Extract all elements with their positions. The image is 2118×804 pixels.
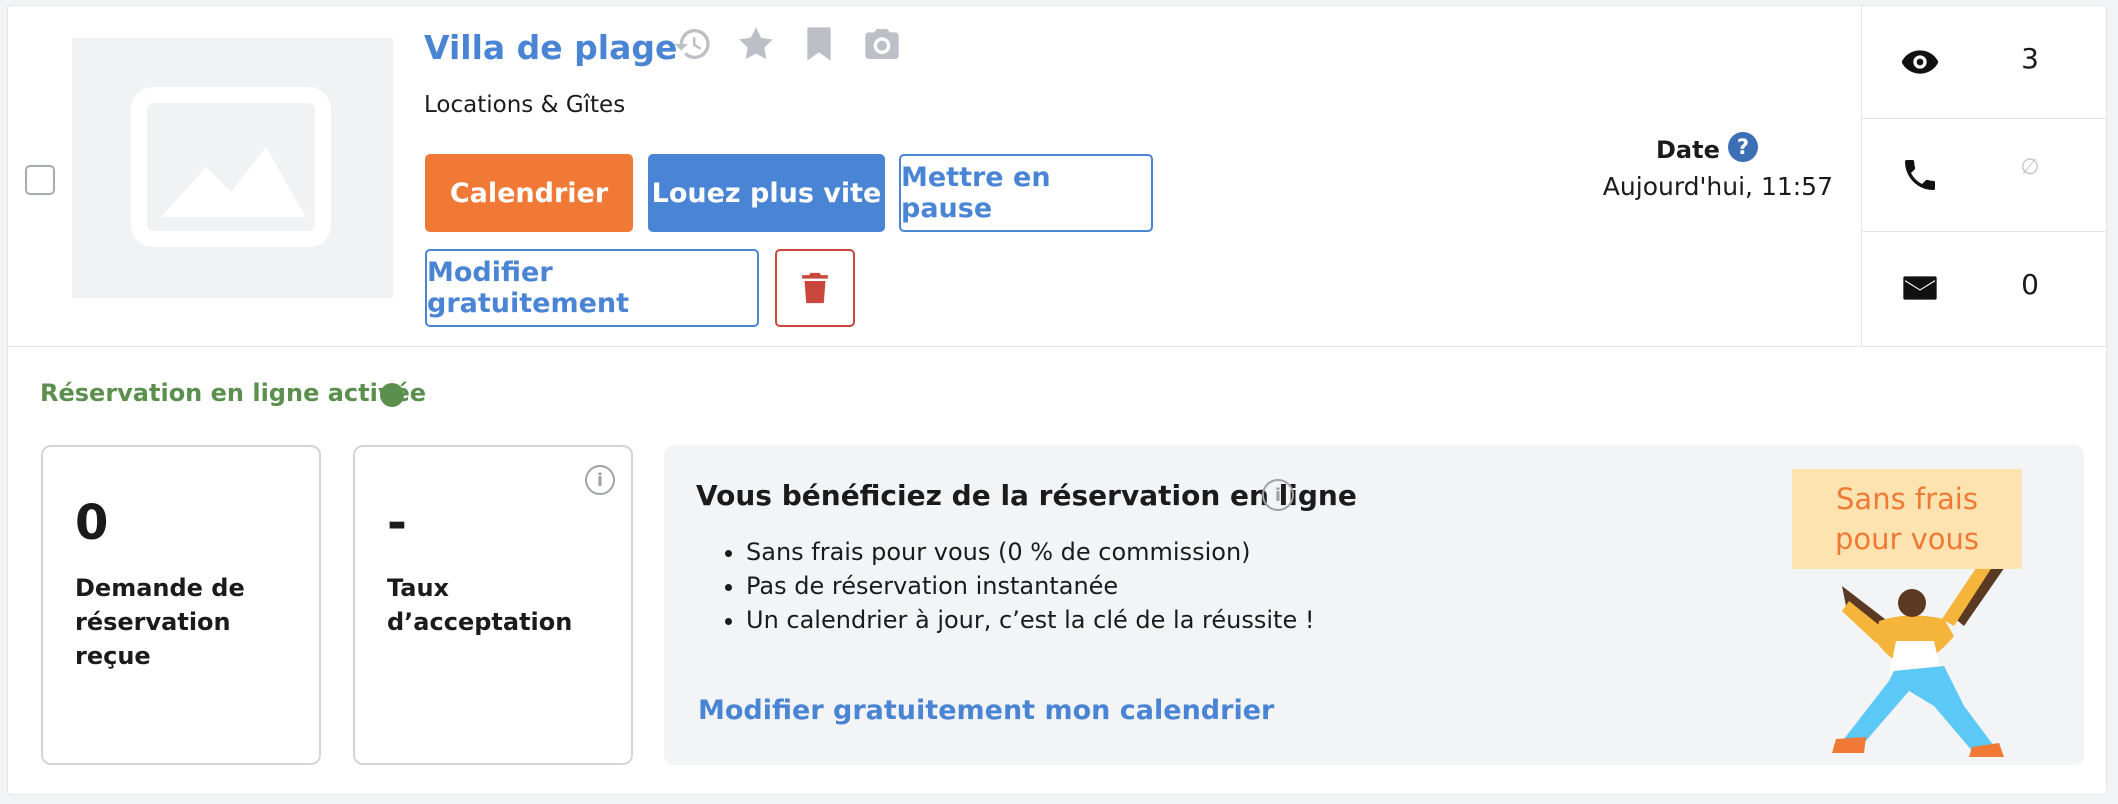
listing-category: Locations & Gîtes [424,92,626,118]
phone-icon [1905,160,1935,190]
stat-views: 3 [1862,6,2106,119]
boost-button[interactable]: Louez plus vite [648,154,885,232]
promo-benefits: Sans frais pour vous (0 % de commission)… [712,535,1314,637]
listing-stats: 3 ∅ 0 [1861,6,2106,346]
edit-button[interactable]: Modifier gratuitement [425,249,759,327]
history-icon[interactable] [673,24,713,64]
promo-badge: Sans frais pour vous [1792,469,2022,569]
listing-header: Villa de plage Locations & Gîtes Calendr… [8,6,2106,347]
listing-thumbnail[interactable] [72,38,393,298]
kpi-value: 0 [75,495,109,551]
date-help-icon[interactable]: ? [1728,132,1758,162]
date-value: Aujourd'hui, 11:57 [1602,172,1833,201]
kpi-acceptance: i - Taux d’acceptation [353,445,633,765]
list-item: Un calendrier à jour, c’est la clé de la… [746,603,1314,637]
delete-button[interactable] [775,249,855,327]
calls-count: ∅ [2020,155,2040,180]
star-icon[interactable] [736,24,776,64]
info-icon[interactable]: i [1262,479,1294,511]
list-item: Pas de réservation instantanée [746,569,1314,603]
badge-line: Sans frais [1836,482,1978,516]
kpi-label: Taux d’acceptation [387,574,573,636]
listing-title[interactable]: Villa de plage [424,26,677,70]
camera-icon[interactable] [862,24,902,64]
views-count: 3 [2021,42,2039,75]
kpi-requests: 0 Demande de réservation reçue [41,445,321,765]
stat-messages: 0 [1862,232,2106,344]
image-placeholder-icon [131,87,331,247]
stat-calls: ∅ [1862,119,2106,232]
online-booking-promo: Vous bénéficiez de la réservation en lig… [664,445,2084,765]
listing-card: Villa de plage Locations & Gîtes Calendr… [7,5,2107,795]
promo-title: Vous bénéficiez de la réservation en lig… [696,479,1357,512]
promo-illustration: Sans frais pour vous [1784,461,2034,761]
kpi-value: - [387,495,407,551]
edit-calendar-link[interactable]: Modifier gratuitement mon calendrier [698,695,1274,726]
eye-icon [1901,50,1939,74]
date-label: Date [1656,136,1720,164]
bookmark-icon[interactable] [799,24,839,64]
online-booking-status: Réservation en ligne activée [40,379,427,407]
status-dot [380,383,404,407]
badge-line: pour vous [1834,522,1980,556]
trash-icon [802,272,828,304]
kpi-label: Demande de réservation reçue [75,574,245,670]
pause-button[interactable]: Mettre en pause [899,154,1153,232]
list-item: Sans frais pour vous (0 % de commission) [746,535,1314,569]
mail-icon [1903,276,1937,300]
calendar-button[interactable]: Calendrier [425,154,633,232]
messages-count: 0 [2021,268,2039,301]
info-icon[interactable]: i [585,465,615,495]
select-checkbox[interactable] [25,165,55,195]
